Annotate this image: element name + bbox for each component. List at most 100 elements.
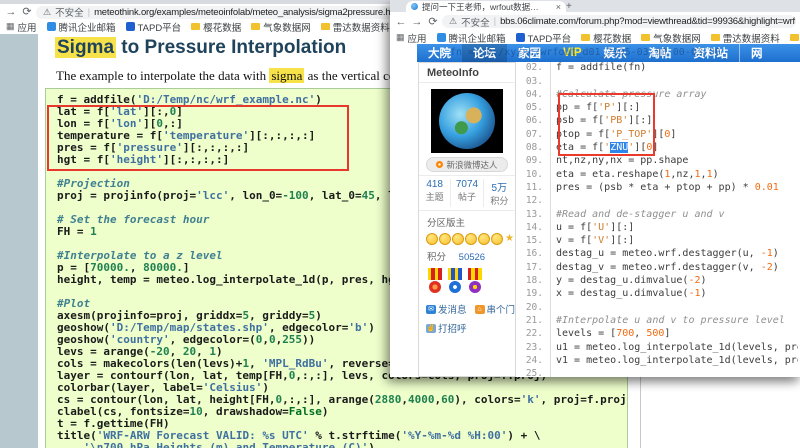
line-number: 08. <box>523 141 543 154</box>
line-number: 21. <box>523 314 543 327</box>
bookmark-item[interactable]: TAPD平台 <box>126 20 182 34</box>
forum-nav-item-娱乐[interactable]: 娱乐 <box>593 44 638 62</box>
address-separator: | <box>88 7 90 18</box>
line-number: 12. <box>523 194 543 207</box>
active-tab[interactable]: 提问一下王老师，wrfout数据… × <box>406 1 566 12</box>
username[interactable]: MeteoInfo <box>419 63 515 83</box>
code-line: 22.levels = [700, 500] <box>523 327 798 340</box>
forum-nav-item-淘帖[interactable]: 淘帖 <box>638 44 683 62</box>
line-number: 14. <box>523 221 543 234</box>
visit-home-label: 串个门 <box>487 302 516 316</box>
code-line: 20. <box>523 301 798 314</box>
bookmark-label: 气象数据网 <box>653 31 701 45</box>
code-line: 25. <box>523 367 798 377</box>
stat-主题[interactable]: 418主题 <box>419 179 450 207</box>
bookmark-apps[interactable]: ▦ 应用 <box>396 31 427 45</box>
tapd-icon <box>516 33 525 42</box>
page-title: Sigma to Pressure Interpolation <box>55 37 346 59</box>
address-separator: | <box>494 16 496 27</box>
star-icon: ★ <box>505 234 514 244</box>
medal-icon <box>428 268 442 293</box>
bookmark-item[interactable]: WRF <box>790 32 800 43</box>
bookmark-item[interactable]: 腾讯企业邮箱 <box>437 31 506 45</box>
intro-search-highlight: sigma <box>269 68 304 83</box>
visit-home-link[interactable]: ⌂ 串个门 <box>475 302 516 316</box>
stat-label: 帖子 <box>451 190 482 203</box>
smiley-icon <box>426 233 438 245</box>
tab-favicon <box>411 3 418 10</box>
bookmark-label: 气象数据网 <box>263 20 311 34</box>
code-line: 10.eta = eta.reshape(1,nz,1,1) <box>523 168 798 181</box>
smiley-icon <box>491 233 503 245</box>
bookmark-label: TAPD平台 <box>138 20 182 34</box>
code-line: 11.pres = (psb * eta + ptop + pp) * 0.01 <box>523 181 798 194</box>
forward-icon[interactable]: → <box>4 5 18 19</box>
user-avatar[interactable] <box>431 89 503 153</box>
smiley-icon <box>452 233 464 245</box>
profile-stats: 418主题7074帖子5万积分 <box>419 175 515 211</box>
stat-label: 主题 <box>419 190 450 203</box>
right-security-label: 不安全 <box>461 15 490 28</box>
warning-icon: ⚠ <box>449 16 457 27</box>
forum-nav-item-网[interactable]: 网 <box>739 44 774 62</box>
bookmark-label: TAPD平台 <box>528 31 572 45</box>
code-line: 24.v1 = meteo.log_interpolate_1d(levels,… <box>523 354 798 367</box>
back-icon[interactable]: ← <box>394 15 408 29</box>
stat-label: 积分 <box>484 194 515 207</box>
bookmark-label: 腾讯企业邮箱 <box>449 31 506 45</box>
bookmark-label: 樱花数据 <box>203 20 241 34</box>
reload-icon[interactable]: ⟳ <box>20 5 34 19</box>
code-line: '\n700 hPa Heights (m) and Temperature (… <box>57 442 627 448</box>
right-url-text: bbs.06climate.com/forum.php?mod=viewthre… <box>500 16 795 27</box>
new-tab-button[interactable]: + <box>566 1 572 12</box>
bookmark-item[interactable]: 雷达数据资料 <box>321 20 390 34</box>
reload-icon[interactable]: ⟳ <box>426 15 440 29</box>
stat-帖子[interactable]: 7074帖子 <box>450 179 482 207</box>
left-security-label: 不安全 <box>55 6 84 19</box>
say-hello-link[interactable]: ✌ 打招呼 <box>426 321 467 335</box>
code-line: 23.u1 = meteo.log_interpolate_1d(levels,… <box>523 341 798 354</box>
tab-close-icon[interactable]: × <box>556 2 561 12</box>
folder-icon <box>711 34 720 41</box>
line-number: 19. <box>523 287 543 300</box>
right-bookmarks-bar: ▦ 应用 腾讯企业邮箱TAPD平台樱花数据气象数据网雷达数据资料WRFMODIS… <box>390 31 800 45</box>
line-number: 16. <box>523 247 543 260</box>
folder-icon <box>191 23 200 30</box>
forum-nav-item-论坛[interactable]: 论坛 <box>462 44 507 62</box>
bookmark-label: 腾讯企业邮箱 <box>59 20 116 34</box>
bookmark-item[interactable]: 樱花数据 <box>581 31 631 45</box>
line-number: 24. <box>523 354 543 367</box>
weibo-icon <box>436 161 443 168</box>
bookmark-item[interactable]: 腾讯企业邮箱 <box>47 20 116 34</box>
apps-grid-icon: ▦ <box>396 33 405 42</box>
bookmark-item[interactable]: TAPD平台 <box>516 31 572 45</box>
code-line: 03. <box>523 75 798 88</box>
forum-nav-item-大院[interactable]: 大院 <box>417 44 462 62</box>
code-line: 15.v = f['V'][:] <box>523 234 798 247</box>
forum-nav-item-资料站[interactable]: 资料站 <box>683 44 740 62</box>
tab-title: 提问一下王老师，wrfout数据… <box>422 1 539 12</box>
right-address-bar[interactable]: ⚠ 不安全 | bbs.06climate.com/forum.php?mod=… <box>442 15 796 28</box>
bookmark-item[interactable]: 气象数据网 <box>251 20 311 34</box>
folder-icon <box>321 23 330 30</box>
bookmark-item[interactable]: 气象数据网 <box>641 31 701 45</box>
bookmark-item[interactable]: 雷达数据资料 <box>711 31 780 45</box>
mail-icon <box>47 22 56 31</box>
line-number: 20. <box>523 301 543 314</box>
stat-积分[interactable]: 5万积分 <box>483 179 515 207</box>
smiley-icon <box>465 233 477 245</box>
intro-pre: The example to interpolate the data with <box>56 68 269 83</box>
bookmark-label: 应用 <box>408 31 427 45</box>
forward-icon[interactable]: → <box>410 15 424 29</box>
apps-grid-icon: ▦ <box>6 22 15 31</box>
right-browser-window: 提问一下王老师，wrfout数据… × + ← → ⟳ ⚠ 不安全 | bbs.… <box>390 0 800 377</box>
bookmark-item[interactable]: 樱花数据 <box>191 20 241 34</box>
line-number: 22. <box>523 327 543 340</box>
forum-nav-item-家园[interactable]: 家园 <box>507 44 552 62</box>
bookmark-apps[interactable]: ▦ 应用 <box>6 20 37 34</box>
content-divider-line <box>640 377 641 448</box>
forum-nav-item-VIP[interactable]: VIP <box>552 44 593 62</box>
send-message-link[interactable]: ✉ 发消息 <box>426 302 467 316</box>
bookmark-label: 雷达数据资料 <box>723 31 780 45</box>
weibo-badge[interactable]: 新浪微博达人 <box>426 157 508 172</box>
